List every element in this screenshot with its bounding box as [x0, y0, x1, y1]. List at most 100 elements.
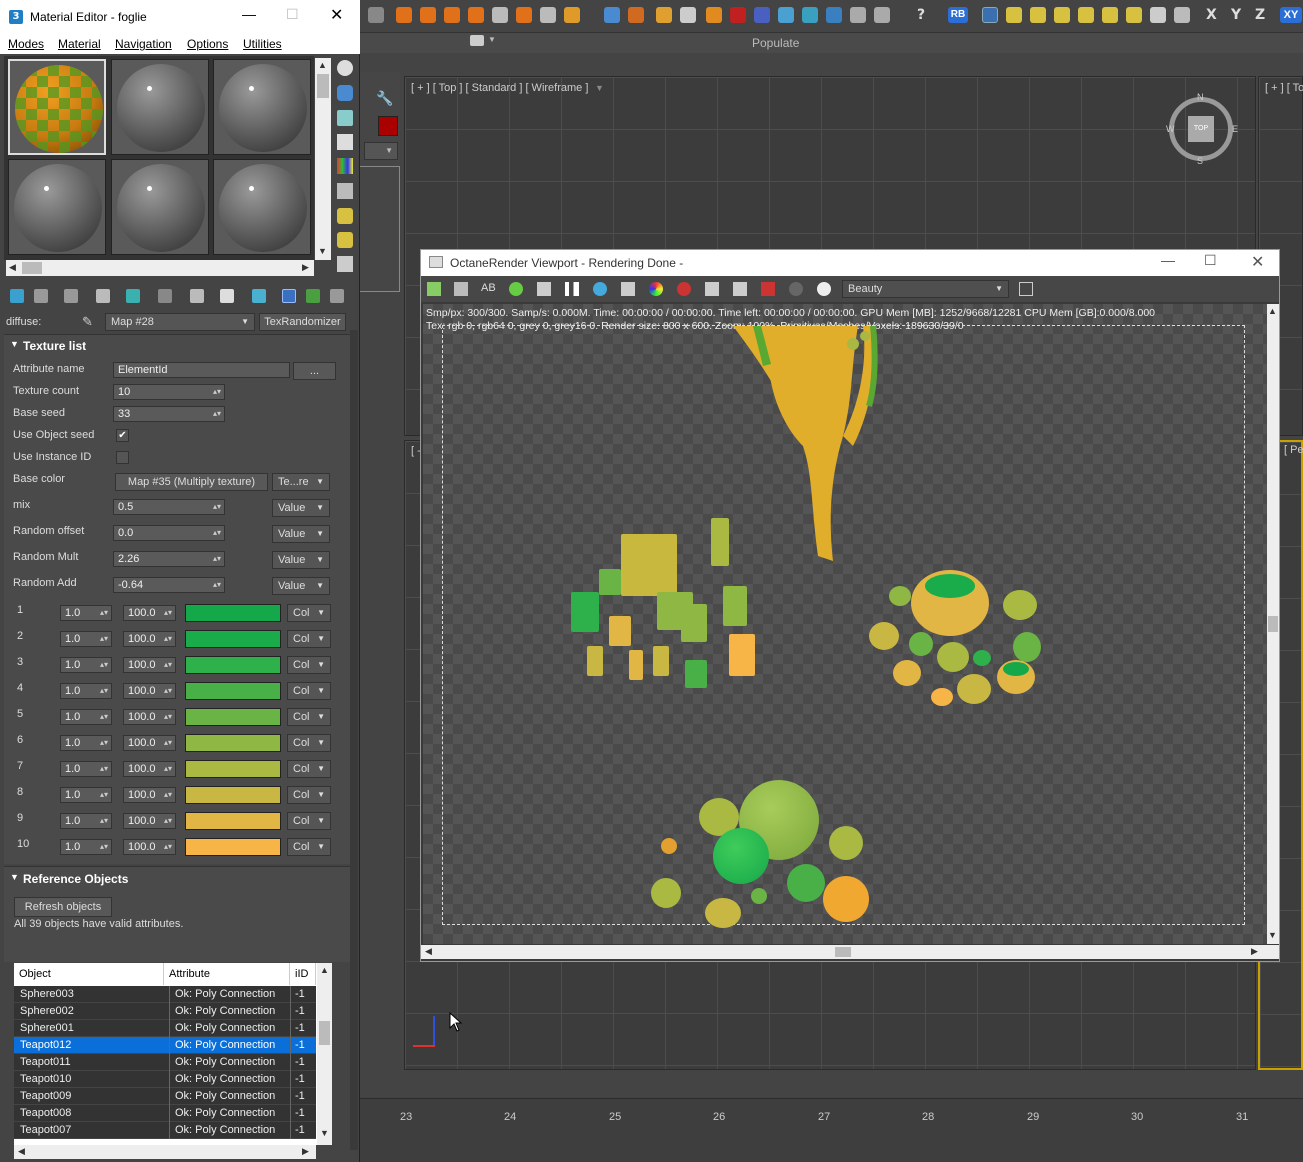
minimize-button[interactable]: —: [242, 6, 256, 22]
make-preview-icon[interactable]: [337, 183, 353, 199]
chevron-down-icon[interactable]: ▼: [241, 314, 249, 330]
effect-icon[interactable]: [540, 7, 556, 23]
texture-percent-spinner[interactable]: 100.0 ▴▾: [123, 683, 176, 699]
spinner-arrows-icon[interactable]: ▴▾: [164, 606, 172, 620]
menu-options[interactable]: Options: [187, 37, 228, 51]
chevron-down-icon[interactable]: ▼: [316, 526, 324, 542]
panel-scrollbar[interactable]: [350, 330, 358, 1150]
spinner-arrows-icon[interactable]: ▴▾: [164, 684, 172, 698]
texture-mode-dropdown[interactable]: Col ▼: [287, 812, 331, 830]
ab-compare-button[interactable]: AB: [481, 282, 496, 294]
use-instance-id-checkbox[interactable]: [116, 451, 129, 464]
maximize-button[interactable]: ☐: [1204, 252, 1217, 269]
bird-icon[interactable]: [778, 7, 794, 23]
viewport-icon[interactable]: [705, 282, 719, 296]
spinner-arrows-icon[interactable]: ▴▾: [164, 788, 172, 802]
pick-material-icon[interactable]: [330, 289, 344, 303]
spinner-arrows-icon[interactable]: ▴▾: [100, 736, 108, 750]
region-icon[interactable]: [677, 282, 691, 296]
menu-utilities[interactable]: Utilities: [243, 37, 282, 51]
render-pass-dropdown[interactable]: Beauty ▼: [842, 280, 1009, 298]
texture-percent-spinner[interactable]: 100.0 ▴▾: [123, 631, 176, 647]
fire-icon[interactable]: [420, 7, 436, 23]
cloud-icon[interactable]: [850, 7, 866, 23]
texture-color-swatch[interactable]: [185, 682, 281, 700]
column-header-iid[interactable]: iID: [290, 963, 316, 985]
restart-render-icon[interactable]: [509, 282, 523, 296]
texture-weight-spinner[interactable]: 1.0 ▴▾: [60, 683, 112, 699]
render-canvas[interactable]: Smp/px: 300/300. Samp/s: 0.000M. Time: 0…: [423, 304, 1279, 944]
chevron-left-icon[interactable]: ◀: [425, 946, 432, 957]
spinner-arrows-icon[interactable]: ▴▾: [164, 658, 172, 672]
hamburger-icon[interactable]: [368, 7, 384, 23]
menu-material[interactable]: Material: [58, 37, 101, 51]
camera-icon[interactable]: [789, 282, 803, 296]
fire-icon[interactable]: [468, 7, 484, 23]
map-name-field[interactable]: Map #28 ▼: [105, 313, 255, 331]
axis-z-button[interactable]: Z: [1255, 7, 1265, 23]
chevron-left-icon[interactable]: ◀: [9, 262, 16, 273]
chevron-down-icon[interactable]: ▼: [318, 246, 327, 256]
refresh-icon[interactable]: [593, 282, 607, 296]
texture-percent-spinner[interactable]: 100.0 ▴▾: [123, 761, 176, 777]
table-row[interactable]: Teapot010 Ok: Poly Connection -1: [14, 1071, 316, 1088]
spinner-arrows-icon[interactable]: ▴▾: [164, 762, 172, 776]
cup-icon[interactable]: [656, 7, 672, 23]
viewcube-face[interactable]: TOP: [1188, 116, 1214, 142]
column-header-object[interactable]: Object: [14, 963, 164, 985]
viewcube[interactable]: TOP N S E W: [1166, 92, 1238, 166]
texture-percent-spinner[interactable]: 100.0 ▴▾: [123, 839, 176, 855]
base-seed-spinner[interactable]: 33 ▴▾: [113, 406, 225, 422]
refresh-objects-button[interactable]: Refresh objects: [14, 897, 112, 917]
use-object-seed-checkbox[interactable]: ✔: [116, 429, 129, 442]
table-row[interactable]: Teapot012 Ok: Poly Connection -1: [14, 1037, 316, 1054]
texture-weight-spinner[interactable]: 1.0 ▴▾: [60, 813, 112, 829]
spinner-arrows-icon[interactable]: ▴▾: [213, 578, 221, 592]
texture-mode-dropdown[interactable]: Col ▼: [287, 604, 331, 622]
color-picker-icon[interactable]: [649, 282, 663, 296]
scroll-thumb[interactable]: [317, 74, 329, 98]
texture-percent-spinner[interactable]: 100.0 ▴▾: [123, 787, 176, 803]
filter-icon[interactable]: ▼: [595, 83, 604, 93]
spinner-arrows-icon[interactable]: ▴▾: [100, 658, 108, 672]
texture-percent-spinner[interactable]: 100.0 ▴▾: [123, 813, 176, 829]
spinner-arrows-icon[interactable]: ▴▾: [100, 632, 108, 646]
particle-icon[interactable]: [604, 7, 620, 23]
texture-weight-spinner[interactable]: 1.0 ▴▾: [60, 839, 112, 855]
random-add-spinner[interactable]: -0.64 ▴▾: [113, 577, 225, 593]
table-row[interactable]: Teapot009 Ok: Poly Connection -1: [14, 1088, 316, 1105]
backlight-icon[interactable]: [337, 85, 353, 101]
chevron-down-icon[interactable]: ▼: [488, 35, 496, 44]
fire-icon[interactable]: [516, 7, 532, 23]
axis-x-button[interactable]: X: [1206, 7, 1217, 23]
chevron-down-icon[interactable]: ▼: [317, 839, 325, 855]
snap-icon[interactable]: [1006, 7, 1022, 23]
chevron-down-icon[interactable]: ▼: [317, 657, 325, 673]
get-material-icon[interactable]: [10, 289, 24, 303]
spinner-arrows-icon[interactable]: ▴▾: [100, 606, 108, 620]
video-check-icon[interactable]: [337, 158, 353, 174]
spinner-arrows-icon[interactable]: ▴▾: [164, 814, 172, 828]
menu-modes[interactable]: Modes: [8, 37, 44, 51]
random-offset-mode-dropdown[interactable]: Value ▼: [272, 525, 330, 543]
scroll-thumb[interactable]: [319, 1021, 330, 1045]
bird-icon[interactable]: [802, 7, 818, 23]
fire-icon[interactable]: [396, 7, 412, 23]
chevron-down-icon[interactable]: ▼: [316, 578, 324, 594]
chevron-down-icon[interactable]: ▼: [316, 500, 324, 516]
sample-type-sphere-icon[interactable]: [337, 60, 353, 76]
viewport-label[interactable]: [ + ] [ To: [1265, 82, 1303, 94]
slots-vscrollbar[interactable]: ▲ ▼: [315, 58, 331, 260]
assign-material-icon[interactable]: [64, 289, 78, 303]
fire-icon[interactable]: [444, 7, 460, 23]
chevron-down-icon[interactable]: ▼: [317, 735, 325, 751]
put-to-scene-icon[interactable]: [34, 289, 48, 303]
texture-color-swatch[interactable]: [185, 604, 281, 622]
wave-icon[interactable]: [826, 7, 842, 23]
chevron-up-icon[interactable]: ▲: [1268, 306, 1277, 316]
spinner-arrows-icon[interactable]: ▴▾: [100, 788, 108, 802]
texture-mode-dropdown[interactable]: Col ▼: [287, 838, 331, 856]
populate-tab[interactable]: Populate: [752, 36, 799, 50]
table-row[interactable]: Sphere001 Ok: Poly Connection -1: [14, 1020, 316, 1037]
film-icon[interactable]: [733, 282, 747, 296]
